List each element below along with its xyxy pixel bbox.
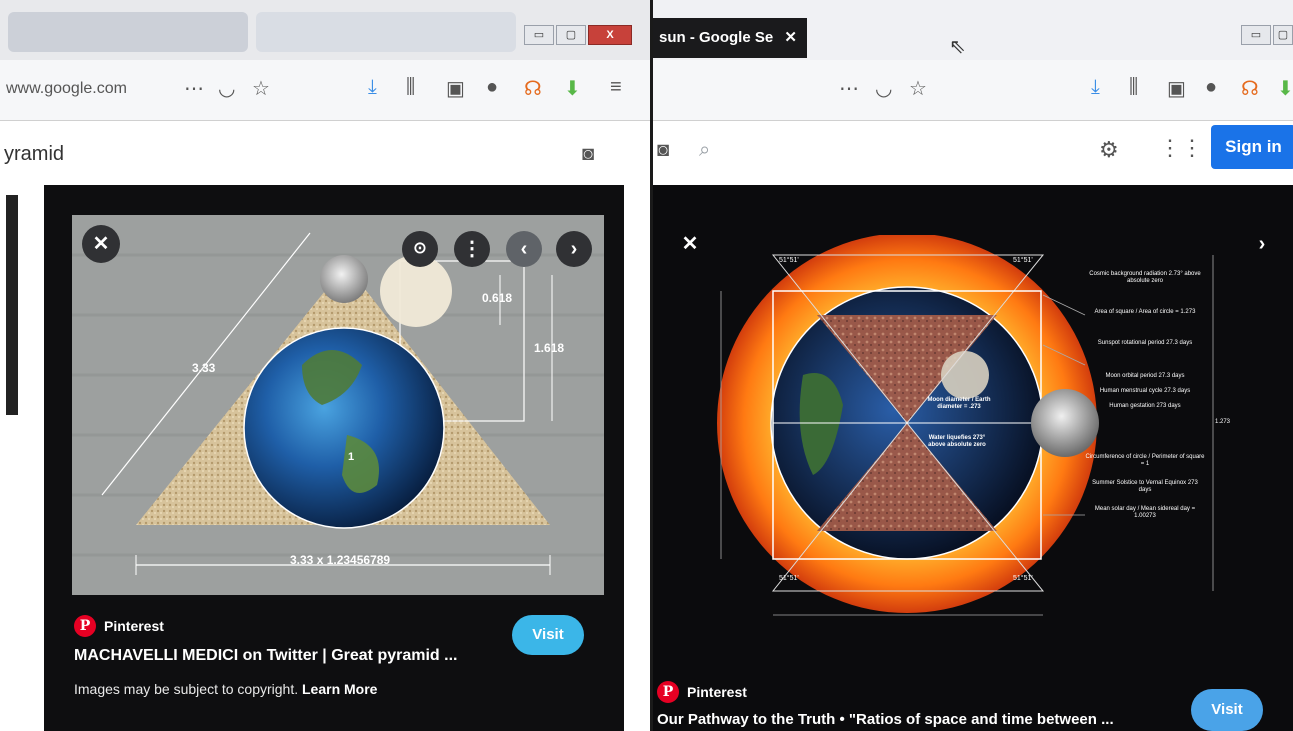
annotation-4: Human menstrual cycle 27.3 days	[1099, 388, 1191, 394]
right-sidebar-icon[interactable]: ▣	[1167, 76, 1186, 101]
extension-icon[interactable]: ●	[486, 76, 498, 99]
annotation-side: 3.33	[192, 361, 216, 375]
right-bookmark-star-icon[interactable]: ☆	[909, 76, 927, 101]
left-nav-bar: www.google.com ⋯ ◡ ☆ ⤓ ⫼ ▣ ● ☊ ⬇ ≡	[0, 60, 650, 121]
annotations-column: Cosmic background radiation 2.73° above …	[1085, 271, 1205, 520]
download-icon[interactable]: ⤓	[368, 76, 377, 99]
right-nav-bar: ⋯ ◡ ☆ ⤓ ⫼ ▣ ● ☊ ⬇	[653, 60, 1293, 121]
copyright-text: Images may be subject to copyright.	[74, 681, 299, 697]
more-options-button[interactable]: ⋮	[454, 231, 490, 267]
annotation-2: Sunspot rotational period 27.3 days	[1097, 340, 1193, 346]
right-maximize-button[interactable]: ▢	[1273, 25, 1293, 45]
headphones-icon[interactable]: ☊	[524, 76, 542, 101]
tab-title: sun - Google Se	[659, 29, 774, 46]
right-minimize-button[interactable]: ▭	[1241, 25, 1271, 45]
right-browser-window: sun - Google Se ✕ ⇖ ▭ ▢ ⋯ ◡ ☆ ⤓ ⫼ ▣ ● ☊ …	[650, 0, 1293, 731]
annotation-8: Mean solar day / Mean sidereal day = 1.0…	[1094, 506, 1196, 519]
image-source[interactable]: P Pinterest	[74, 615, 164, 637]
search-query-text[interactable]: yramid	[4, 143, 64, 166]
left-tab-2[interactable]	[256, 12, 516, 52]
annotation-small: 0.618	[482, 291, 513, 305]
right-green-download-icon[interactable]: ⬇	[1277, 76, 1293, 101]
left-edge-thumbnail[interactable]	[6, 195, 18, 415]
left-search-page: yramid ◙ 3.33 0.618 1.618 3.33 x 1.23456…	[0, 121, 650, 731]
annotation-3: Moon orbital period 27.3 days	[1105, 373, 1185, 379]
close-window-button[interactable]: X	[588, 25, 632, 45]
right-pocket-icon[interactable]: ◡	[875, 76, 892, 101]
annotation-9: 1.273	[1215, 419, 1231, 425]
bookmark-star-icon[interactable]: ☆	[252, 76, 270, 101]
pinterest-icon: P	[74, 615, 96, 637]
pyramid-earth-diagram	[72, 215, 604, 595]
more-icon[interactable]: ⋯	[184, 76, 204, 101]
previous-image-button[interactable]: ‹	[506, 231, 542, 267]
angle-top-left: 51°51'	[779, 257, 799, 264]
close-viewer-button[interactable]: ✕	[82, 225, 120, 263]
left-tab-1[interactable]	[8, 12, 248, 52]
next-image-button[interactable]: ›	[556, 231, 592, 267]
right-visit-button[interactable]: Visit	[1191, 689, 1263, 731]
right-camera-search-icon[interactable]: ◙	[657, 139, 669, 162]
maximize-button[interactable]: ▢	[556, 25, 586, 45]
angle-top-right: 51°51'	[1013, 257, 1033, 264]
right-title-bar: sun - Google Se ✕ ⇖ ▭ ▢	[653, 0, 1293, 60]
learn-more-link[interactable]: Learn More	[302, 681, 377, 697]
right-download-icon[interactable]: ⤓	[1091, 76, 1100, 99]
sidebar-icon[interactable]: ▣	[446, 76, 465, 101]
annotation-large: 1.618	[534, 341, 565, 355]
image-title-link[interactable]: MACHAVELLI MEDICI on Twitter | Great pyr…	[74, 647, 457, 665]
right-image-source[interactable]: P Pinterest	[657, 681, 747, 703]
copyright-notice: Images may be subject to copyright. Lear…	[74, 681, 377, 697]
right-headphones-icon[interactable]: ☊	[1241, 76, 1259, 101]
mouse-cursor-icon: ⇖	[949, 36, 966, 58]
camera-search-icon[interactable]: ◙	[582, 143, 594, 166]
green-download-icon[interactable]: ⬇	[564, 76, 581, 101]
annotation-10: Water liquefies 273° above absolute zero	[928, 435, 986, 448]
sun-earth-image[interactable]: Cosmic background radiation 2.73° above …	[713, 235, 1233, 633]
left-browser-window: ▭ ▢ X www.google.com ⋯ ◡ ☆ ⤓ ⫼ ▣ ● ☊ ⬇ ≡…	[0, 0, 650, 731]
annotation-radius: 1	[348, 451, 355, 463]
sign-in-button[interactable]: Sign in	[1211, 125, 1293, 169]
menu-icon[interactable]: ≡	[610, 76, 622, 99]
angle-bottom-left: 51°51'	[779, 575, 799, 582]
annotation-1: Area of square / Area of circle = 1.273	[1094, 309, 1196, 315]
settings-gear-icon[interactable]: ⚙	[1099, 137, 1119, 163]
right-source-name: Pinterest	[687, 684, 747, 700]
pyramid-image[interactable]: 3.33 0.618 1.618 3.33 x 1.23456789 1	[72, 215, 604, 595]
annotation-base: 3.33 x 1.23456789	[290, 553, 391, 567]
annotation-0: Cosmic background radiation 2.73° above …	[1089, 271, 1201, 284]
left-title-bar: ▭ ▢ X	[0, 0, 650, 60]
image-viewer-panel: 3.33 0.618 1.618 3.33 x 1.23456789 1 ✕ ⊙…	[44, 185, 624, 731]
annotation-11: Moon diameter / Earth diameter = .273	[927, 397, 991, 410]
address-bar[interactable]: www.google.com	[6, 80, 127, 98]
right-image-title-link[interactable]: Our Pathway to the Truth • "Ratios of sp…	[657, 711, 1114, 728]
right-pinterest-icon: P	[657, 681, 679, 703]
visit-button[interactable]: Visit	[512, 615, 584, 655]
right-next-image-button[interactable]: ›	[1243, 225, 1281, 263]
left-window-controls: ▭ ▢ X	[524, 25, 632, 45]
close-tab-icon[interactable]: ✕	[784, 18, 797, 58]
source-name: Pinterest	[104, 618, 164, 634]
right-search-icon[interactable]: ⌕	[699, 139, 710, 162]
right-google-header: ◙ ⌕ ⚙ ⋮⋮⋮ Sign in	[653, 121, 1293, 185]
right-library-icon[interactable]: ⫼	[1129, 76, 1138, 99]
right-extension-icon[interactable]: ●	[1205, 76, 1217, 99]
angle-bottom-right: 51°51'	[1013, 575, 1033, 582]
right-image-viewer-panel: ✕ ⊙ ⋮ ‹ ›	[653, 185, 1293, 731]
right-close-viewer-button[interactable]: ✕	[671, 225, 709, 263]
annotation-7: Summer Solstice to Vernal Equinox 273 da…	[1092, 480, 1198, 493]
lens-search-button[interactable]: ⊙	[402, 231, 438, 267]
annotation-5: Human gestation 273 days	[1109, 403, 1181, 409]
library-icon[interactable]: ⫼	[406, 76, 415, 99]
right-window-controls: ▭ ▢	[1241, 25, 1293, 45]
minimize-button[interactable]: ▭	[524, 25, 554, 45]
right-more-icon[interactable]: ⋯	[839, 76, 859, 101]
active-tab[interactable]: sun - Google Se ✕	[653, 18, 807, 58]
pocket-icon[interactable]: ◡	[218, 76, 235, 101]
annotation-6: Circumference of circle / Perimeter of s…	[1085, 454, 1205, 467]
